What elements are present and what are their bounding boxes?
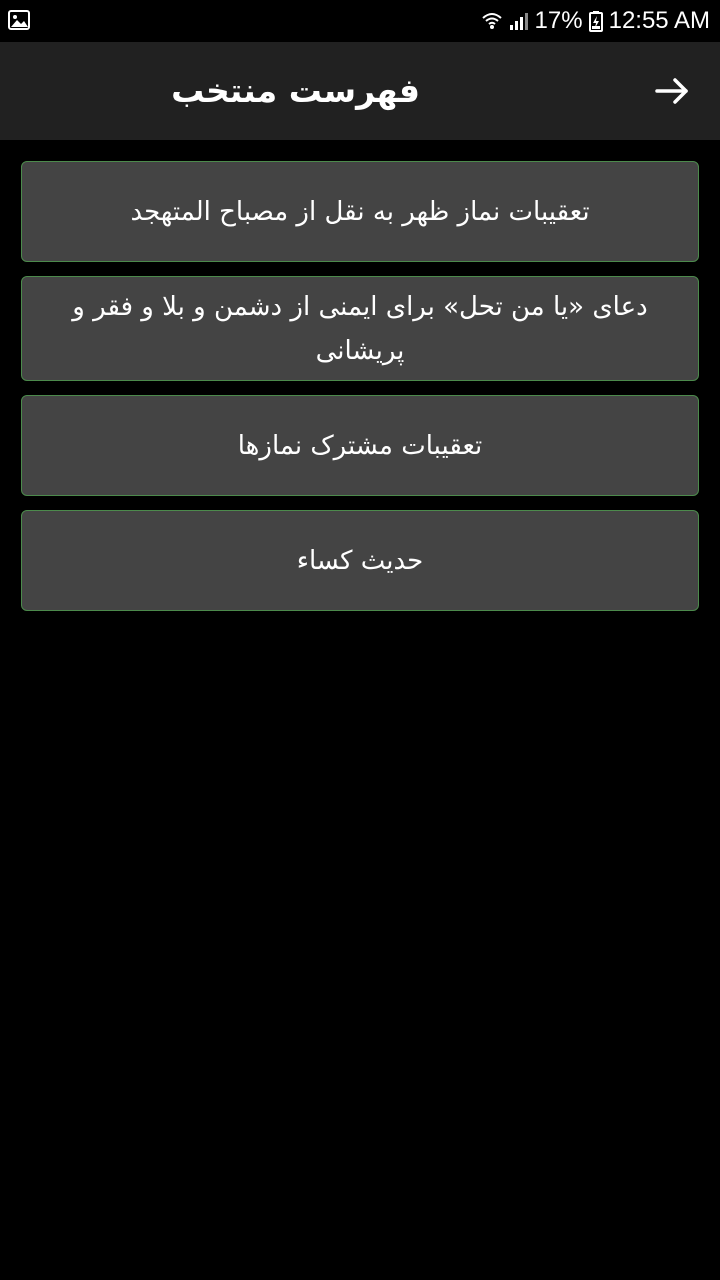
battery-percent: 17% <box>534 7 583 34</box>
list-item[interactable]: دعای «یا من تحل» برای ایمنی از دشمن و بل… <box>21 276 699 381</box>
list-item-label: حدیث کساء <box>296 545 424 576</box>
arrow-right-icon <box>655 78 688 104</box>
page-title: فهرست منتخب <box>171 71 420 110</box>
list-item[interactable]: تعقیبات مشترک نمازها <box>21 395 699 496</box>
screen: 17% 12:55 AM فهرست منتخب تعقیبات نماز ظه… <box>0 0 720 1280</box>
list-item[interactable]: تعقیبات نماز ظهر به نقل از مصباح المتهجد <box>21 161 699 262</box>
status-bar: 17% 12:55 AM <box>0 0 720 42</box>
favorites-list: تعقیبات نماز ظهر به نقل از مصباح المتهجد… <box>21 161 699 611</box>
list-item-label: تعقیبات نماز ظهر به نقل از مصباح المتهجد <box>130 196 590 227</box>
battery-charging-icon <box>588 10 603 32</box>
wifi-icon <box>481 10 503 32</box>
list-item[interactable]: حدیث کساء <box>21 510 699 611</box>
gallery-icon <box>8 10 30 30</box>
toolbar: فهرست منتخب <box>0 42 720 140</box>
list-item-label: تعقیبات مشترک نمازها <box>237 430 483 461</box>
back-button[interactable] <box>650 69 694 113</box>
status-icons: 17% 12:55 AM <box>481 0 710 42</box>
clock: 12:55 AM <box>608 7 710 34</box>
list-item-label: دعای «یا من تحل» برای ایمنی از دشمن و بل… <box>72 291 648 366</box>
signal-icon <box>509 11 529 31</box>
